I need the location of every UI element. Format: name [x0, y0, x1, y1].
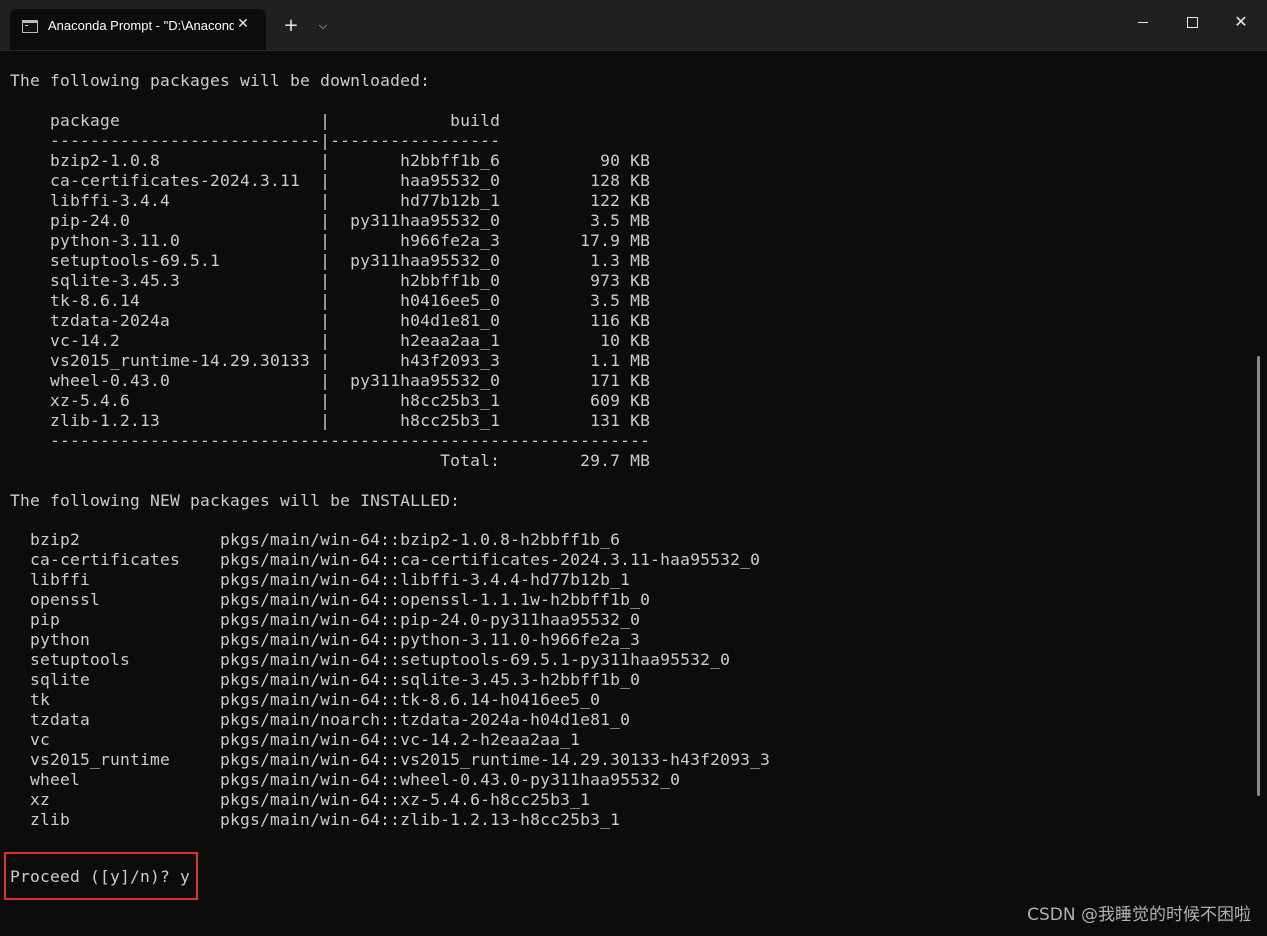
watermark: CSDN @我睡觉的时候不困啦 — [1027, 905, 1251, 925]
install-row: zlib pkgs/main/win-64::zlib-1.2.13-h8cc2… — [10, 810, 621, 829]
terminal-icon — [22, 20, 38, 33]
download-row: sqlite-3.45.3 | h2bbff1b_0 973 KB — [10, 271, 651, 290]
install-row: pip pkgs/main/win-64::pip-24.0-py311haa9… — [10, 610, 641, 629]
download-row: xz-5.4.6 | h8cc25b3_1 609 KB — [10, 391, 651, 410]
install-row: setuptools pkgs/main/win-64::setuptools-… — [10, 650, 731, 669]
download-row: ca-certificates-2024.3.11 | haa95532_0 1… — [10, 171, 651, 190]
download-row: wheel-0.43.0 | py311haa95532_0 171 KB — [10, 371, 651, 390]
install-row: wheel pkgs/main/win-64::wheel-0.43.0-py3… — [10, 770, 681, 789]
tab-close-icon[interactable]: ✕ — [232, 13, 254, 35]
tab-title: Anaconda Prompt - "D:\Anaconda3\condabin… — [48, 18, 234, 33]
download-table-separator-bottom: ----------------------------------------… — [10, 431, 651, 450]
install-row: sqlite pkgs/main/win-64::sqlite-3.45.3-h… — [10, 670, 641, 689]
install-row: vs2015_runtime pkgs/main/win-64::vs2015_… — [10, 750, 771, 769]
download-row: vc-14.2 | h2eaa2aa_1 10 KB — [10, 331, 651, 350]
download-row: bzip2-1.0.8 | h2bbff1b_6 90 KB — [10, 151, 651, 170]
install-row: bzip2 pkgs/main/win-64::bzip2-1.0.8-h2bb… — [10, 530, 621, 549]
download-row: libffi-3.4.4 | hd77b12b_1 122 KB — [10, 191, 651, 210]
minimize-icon[interactable] — [1120, 0, 1168, 44]
tab-dropdown-button[interactable]: ⌵ — [312, 14, 334, 38]
download-total: Total: 29.7 MB — [10, 451, 651, 470]
install-header: The following NEW packages will be INSTA… — [10, 491, 461, 510]
download-row: zlib-1.2.13 | h8cc25b3_1 131 KB — [10, 411, 651, 430]
terminal-output[interactable]: The following packages will be downloade… — [0, 51, 1254, 936]
install-row: ca-certificates pkgs/main/win-64::ca-cer… — [10, 550, 761, 569]
install-row: tk pkgs/main/win-64::tk-8.6.14-h0416ee5_… — [10, 690, 601, 709]
terminal-tab[interactable]: Anaconda Prompt - "D:\Anaconda3\condabin… — [10, 9, 266, 50]
install-row: python pkgs/main/win-64::python-3.11.0-h… — [10, 630, 641, 649]
download-row: python-3.11.0 | h966fe2a_3 17.9 MB — [10, 231, 651, 250]
download-row: pip-24.0 | py311haa95532_0 3.5 MB — [10, 211, 651, 230]
download-row: setuptools-69.5.1 | py311haa95532_0 1.3 … — [10, 251, 651, 270]
vertical-scrollbar[interactable] — [1257, 356, 1260, 796]
prompt-highlight-box — [4, 852, 198, 900]
download-table-separator: ---------------------------|------------… — [10, 131, 501, 150]
download-table-header: package | build — [10, 111, 501, 130]
maximize-icon[interactable] — [1168, 0, 1216, 44]
download-header: The following packages will be downloade… — [10, 71, 431, 90]
install-row: openssl pkgs/main/win-64::openssl-1.1.1w… — [10, 590, 651, 609]
close-icon[interactable]: ✕ — [1217, 0, 1265, 44]
install-row: vc pkgs/main/win-64::vc-14.2-h2eaa2aa_1 — [10, 730, 581, 749]
install-row: xz pkgs/main/win-64::xz-5.4.6-h8cc25b3_1 — [10, 790, 591, 809]
download-row: vs2015_runtime-14.29.30133 | h43f2093_3 … — [10, 351, 651, 370]
new-tab-button[interactable]: + — [278, 14, 304, 38]
download-row: tk-8.6.14 | h0416ee5_0 3.5 MB — [10, 291, 651, 310]
install-row: tzdata pkgs/main/noarch::tzdata-2024a-h0… — [10, 710, 631, 729]
title-bar: Anaconda Prompt - "D:\Anaconda3\condabin… — [0, 0, 1267, 51]
install-row: libffi pkgs/main/win-64::libffi-3.4.4-hd… — [10, 570, 631, 589]
download-row: tzdata-2024a | h04d1e81_0 116 KB — [10, 311, 651, 330]
